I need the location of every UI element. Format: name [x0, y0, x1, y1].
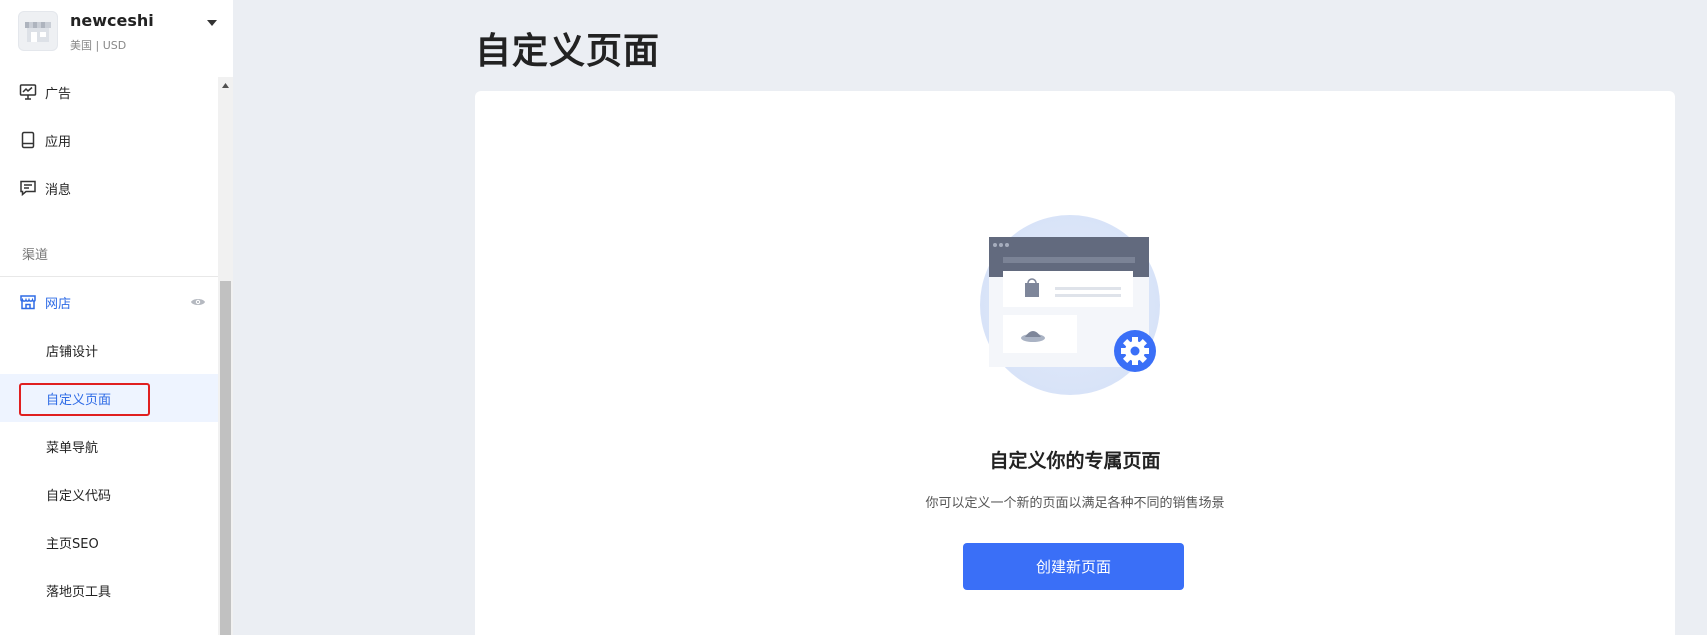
sidebar-item-apps[interactable]: 应用: [0, 116, 218, 164]
page-title: 自定义页面: [475, 31, 661, 72]
sidebar-item-online-store[interactable]: 网店: [0, 278, 218, 326]
store-icon: [19, 293, 37, 311]
storefront-icon: [25, 22, 51, 42]
empty-state-title: 自定义你的专属页面: [989, 450, 1161, 472]
sidebar-item-messages[interactable]: 消息: [0, 164, 218, 212]
store-switcher[interactable]: newceshi 美国 | USD: [0, 0, 233, 68]
empty-state-description: 你可以定义一个新的页面以满足各种不同的销售场景: [925, 496, 1225, 511]
sidebar-subitem-label: 菜单导航: [46, 441, 99, 456]
store-region: 美国 | USD: [70, 39, 127, 52]
sidebar-nav: 广告 应用 消息 渠道 网店 店铺设计 自定义页面 菜单导航 自定义代码 主页S…: [0, 68, 218, 635]
create-page-button[interactable]: 创建新页面: [963, 543, 1184, 590]
sidebar-item-ads[interactable]: 广告: [0, 68, 218, 116]
sidebar-subitem-menu-navigation[interactable]: 菜单导航: [0, 422, 218, 470]
caret-down-icon[interactable]: [205, 16, 219, 30]
sidebar-item-label: 应用: [45, 135, 72, 150]
sidebar-subitem-label: 落地页工具: [46, 585, 112, 600]
sidebar-item-label: 广告: [45, 87, 72, 102]
scrollbar-thumb[interactable]: [220, 281, 231, 635]
sidebar: newceshi 美国 | USD 广告 应用 消息 渠道 网店 店铺设计 自定…: [0, 0, 233, 635]
scroll-up-arrow-icon[interactable]: [218, 77, 233, 93]
sidebar-subitem-label: 主页SEO: [46, 537, 99, 552]
message-icon: [19, 179, 37, 197]
store-avatar: [18, 11, 58, 51]
sidebar-subitem-landing-page-tool[interactable]: 落地页工具: [0, 566, 218, 614]
sidebar-scrollbar[interactable]: [218, 77, 233, 635]
sidebar-subitem-custom-code[interactable]: 自定义代码: [0, 470, 218, 518]
empty-state-illustration: [975, 205, 1175, 405]
sidebar-subitem-home-seo[interactable]: 主页SEO: [0, 518, 218, 566]
divider: [0, 276, 218, 277]
app-tablet-icon: [19, 131, 37, 149]
sidebar-subitem-store-design[interactable]: 店铺设计: [0, 326, 218, 374]
sidebar-subitem-label: 自定义代码: [46, 489, 112, 504]
store-name: newceshi: [70, 11, 154, 30]
ad-monitor-icon: [19, 83, 37, 101]
app-root: newceshi 美国 | USD 广告 应用 消息 渠道 网店 店铺设计 自定…: [0, 0, 1707, 635]
sidebar-item-label: 消息: [45, 183, 72, 198]
sidebar-item-label: 网店: [45, 297, 72, 312]
eye-icon[interactable]: [189, 294, 207, 310]
selection-highlight-box: [19, 383, 150, 416]
sidebar-subitem-label: 店铺设计: [46, 345, 99, 360]
section-label-channels: 渠道: [22, 248, 49, 263]
